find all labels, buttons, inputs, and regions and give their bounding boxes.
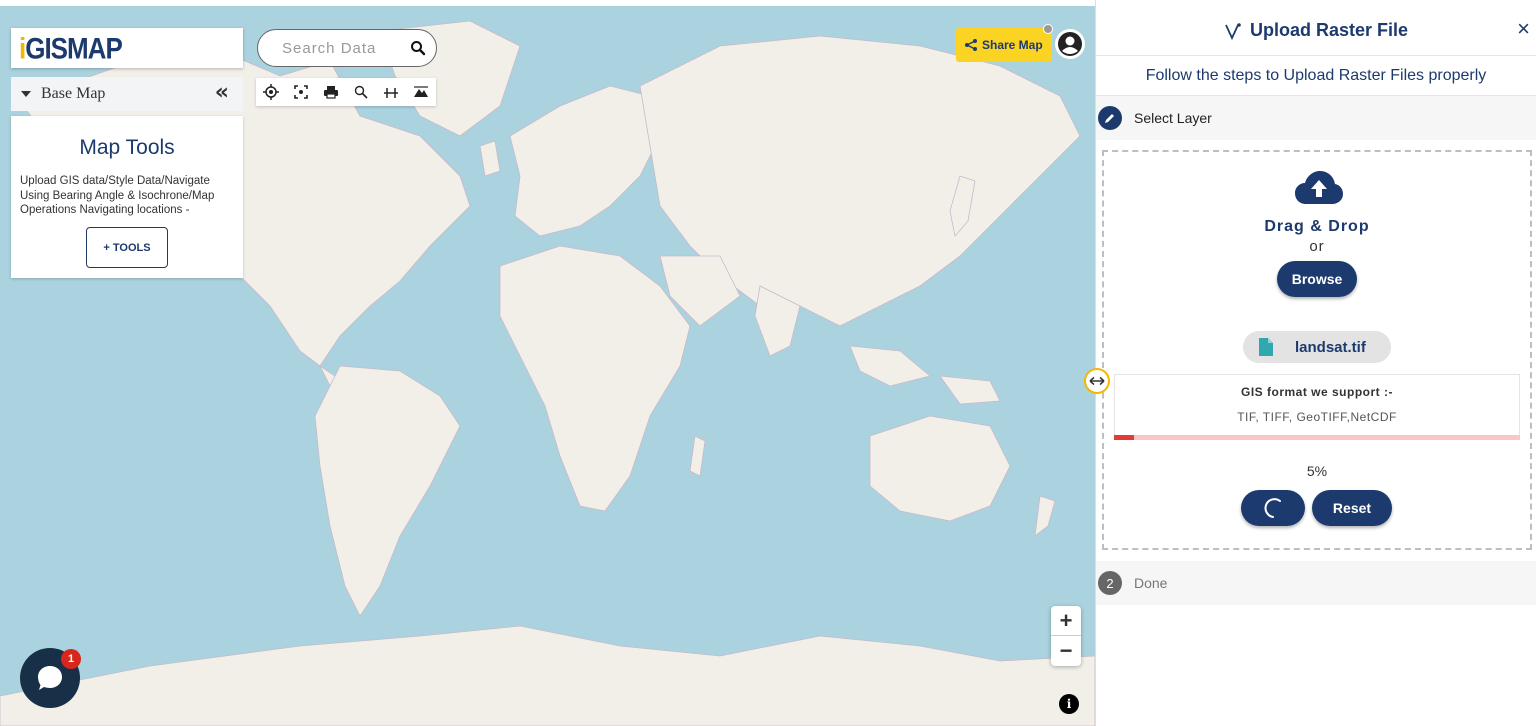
share-map-label: Share Map <box>982 38 1043 52</box>
upload-progress-bar <box>1114 435 1520 440</box>
map-toolbar <box>256 78 436 106</box>
user-icon <box>1058 32 1082 56</box>
search-icon[interactable] <box>410 40 426 56</box>
steps-hint: Follow the steps to Upload Raster Files … <box>1096 56 1536 96</box>
file-icon <box>1259 338 1273 356</box>
elevation-icon[interactable] <box>410 81 432 103</box>
step-select-layer-label: Select Layer <box>1134 110 1212 126</box>
formats-title: GIS format we support :- <box>1240 385 1393 399</box>
cloud-upload-icon <box>1295 171 1343 204</box>
step-select-layer[interactable]: Select Layer <box>1096 96 1536 140</box>
chat-bubble-icon <box>38 666 62 690</box>
browse-button[interactable]: Browse <box>1277 261 1357 297</box>
step-number: 2 <box>1098 571 1122 595</box>
reset-button[interactable]: Reset <box>1312 490 1392 526</box>
vector-raster-icon <box>1225 22 1241 40</box>
upload-percent: 5% <box>1306 463 1328 479</box>
notification-dot <box>1043 24 1053 34</box>
base-map-toggle[interactable]: Base Map « <box>11 77 243 111</box>
or-text: or <box>1309 238 1325 255</box>
zoom-in-button[interactable]: + <box>1051 606 1081 636</box>
print-icon[interactable] <box>320 81 342 103</box>
fullscreen-icon[interactable] <box>290 81 312 103</box>
locate-icon[interactable] <box>260 81 282 103</box>
search-input[interactable]: Search Data <box>257 29 437 67</box>
info-button[interactable]: i <box>1059 694 1079 714</box>
base-map-label: Base Map <box>41 85 106 102</box>
spinner-icon <box>1264 498 1281 518</box>
logo-text: GISMAP <box>25 30 123 65</box>
step-done[interactable]: 2 Done <box>1096 561 1536 605</box>
map-tools-description: Upload GIS data/Style Data/Navigate Usin… <box>20 175 215 216</box>
zoom-search-icon[interactable] <box>350 81 372 103</box>
share-map-button[interactable]: Share Map <box>956 28 1052 62</box>
map-tools-card: Map Tools Upload GIS data/Style Data/Nav… <box>11 116 243 278</box>
panel-resize-handle[interactable] <box>1084 368 1110 394</box>
file-dropzone[interactable]: Drag & Drop or Browse landsat.tif GIS fo… <box>1102 150 1532 550</box>
world-map <box>0 20 1095 726</box>
user-avatar[interactable] <box>1055 29 1085 59</box>
map-tools-title: Map Tools <box>79 136 175 159</box>
map-canvas[interactable]: iGISMAP Base Map « Map Tools Upload GIS … <box>0 6 1095 726</box>
chat-badge: 1 <box>61 649 81 669</box>
zoom-out-button[interactable]: − <box>1051 636 1081 666</box>
resize-arrows-icon <box>1089 376 1105 386</box>
selected-file-chip: landsat.tif <box>1243 331 1391 363</box>
zoom-controls: + − <box>1051 606 1081 666</box>
formats-list: TIF, TIFF, GeoTIFF,NetCDF <box>1237 410 1397 424</box>
uploading-spinner-button[interactable] <box>1241 490 1305 526</box>
search-placeholder: Search Data <box>282 39 377 57</box>
file-name: landsat.tif <box>1295 338 1366 356</box>
measure-icon[interactable] <box>380 81 402 103</box>
collapse-sidebar-button[interactable]: « <box>215 82 229 104</box>
drag-drop-text: Drag & Drop <box>1264 218 1370 235</box>
panel-header: Upload Raster File <box>1096 6 1536 56</box>
share-icon <box>965 39 977 51</box>
pencil-icon <box>1098 106 1122 130</box>
caret-down-icon <box>21 91 31 97</box>
logo[interactable]: iGISMAP <box>11 28 243 68</box>
panel-title: Upload Raster File <box>1249 20 1409 40</box>
close-panel-button[interactable]: × <box>1517 18 1530 40</box>
step-done-label: Done <box>1134 575 1168 591</box>
supported-formats-box: GIS format we support :- TIF, TIFF, GeoT… <box>1114 374 1520 440</box>
add-tools-button[interactable]: + TOOLS <box>86 227 168 268</box>
upload-panel: Upload Raster File × Follow the steps to… <box>1095 0 1536 726</box>
upload-progress-fill <box>1114 435 1135 440</box>
